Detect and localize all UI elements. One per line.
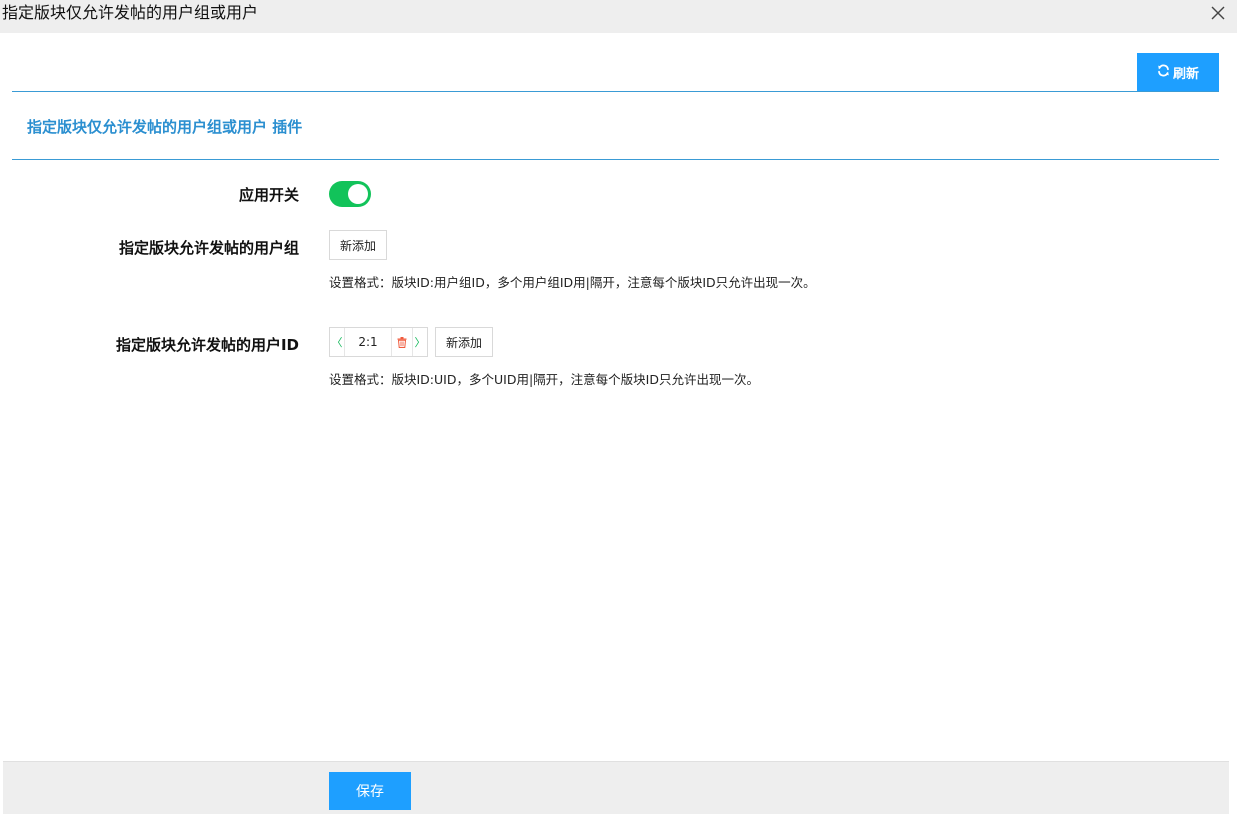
- uid-tag-item: 〈 2:1 〉: [329, 327, 428, 357]
- section-divider: [12, 159, 1219, 160]
- app-switch-label: 应用开关: [238, 186, 299, 204]
- add-group-button[interactable]: 新添加: [329, 230, 387, 260]
- toggle-knob: [348, 184, 368, 204]
- footer-bar: [3, 761, 1229, 814]
- move-left-icon[interactable]: 〈: [330, 328, 344, 356]
- save-button[interactable]: 保存: [329, 772, 411, 810]
- close-icon[interactable]: [1208, 3, 1228, 23]
- add-uid-button[interactable]: 新添加: [435, 327, 493, 357]
- refresh-icon: [1157, 64, 1170, 81]
- group-field-hint: 设置格式：版块ID:用户组ID，多个用户组ID用|隔开，注意每个版块ID只允许出…: [329, 275, 816, 290]
- refresh-button[interactable]: 刷新: [1137, 53, 1219, 91]
- window-title: 指定版块仅允许发帖的用户组或用户: [2, 3, 259, 22]
- dialog-window: 指定版块仅允许发帖的用户组或用户 刷新 指定版块仅允许发帖的用户组或用户 插件 …: [0, 0, 1237, 814]
- title-bar: 指定版块仅允许发帖的用户组或用户: [0, 0, 1237, 33]
- app-switch-toggle[interactable]: [329, 181, 371, 207]
- move-right-icon[interactable]: 〉: [413, 328, 427, 356]
- uid-field-hint: 设置格式：版块ID:UID，多个UID用|隔开，注意每个版块ID只允许出现一次。: [329, 372, 759, 387]
- trash-icon[interactable]: [392, 328, 413, 356]
- toolbar-divider: [12, 91, 1219, 92]
- section-title: 指定版块仅允许发帖的用户组或用户 插件: [27, 118, 303, 136]
- refresh-label: 刷新: [1172, 66, 1199, 82]
- uid-tag-value[interactable]: 2:1: [344, 328, 392, 356]
- uid-field-label: 指定版块允许发帖的用户ID: [115, 336, 299, 354]
- group-field-label: 指定版块允许发帖的用户组: [118, 239, 299, 257]
